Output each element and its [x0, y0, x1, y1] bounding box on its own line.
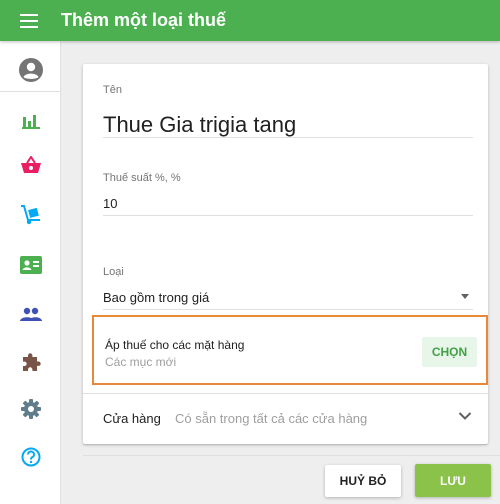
sidebar-item-settings[interactable] [0, 389, 61, 429]
actions-divider [83, 455, 500, 456]
sidebar-item-reports[interactable] [0, 101, 61, 141]
sidebar-item-items[interactable] [0, 195, 61, 235]
type-underline [103, 309, 473, 310]
save-button[interactable]: LƯU [415, 464, 491, 497]
sidebar-item-customers[interactable] [0, 294, 61, 334]
rate-label: Thuế suất %, % [103, 172, 181, 184]
apply-tax-subtitle: Các mục mới [105, 355, 177, 369]
name-field[interactable]: Thue Gia trigia tang [103, 112, 296, 138]
dropdown-arrow-icon[interactable] [461, 294, 469, 299]
rate-underline [103, 215, 473, 216]
hamburger-menu-icon [19, 13, 38, 28]
menu-button[interactable] [8, 0, 49, 41]
page-title: Thêm một loại thuế [61, 10, 227, 30]
basket-icon [20, 156, 41, 173]
sidebar-item-sales[interactable] [0, 145, 61, 185]
hand-truck-icon [20, 205, 40, 225]
app-bar: Thêm một loại thuế [0, 0, 500, 41]
sidebar-item-profile[interactable] [0, 48, 61, 92]
store-row[interactable]: Cửa hàng Có sẵn trong tất cả các cửa hàn… [83, 393, 488, 441]
help-circle-icon [21, 447, 40, 467]
type-label: Loại [103, 266, 124, 278]
tax-form-card: Tên Thue Gia trigia tang Thuế suất %, % … [83, 64, 488, 444]
sidebar-item-employees[interactable] [0, 245, 61, 285]
type-select[interactable]: Bao gồm trong giá [103, 290, 209, 305]
sidebar-item-help[interactable] [0, 437, 61, 477]
people-icon [19, 307, 42, 321]
name-label: Tên [103, 84, 122, 96]
badge-card-icon [19, 256, 42, 274]
chevron-down-icon[interactable] [458, 411, 472, 421]
rate-field[interactable]: 10 [103, 196, 117, 211]
apply-tax-items-row[interactable]: Áp thuế cho các mặt hàng Các mục mới CHỌ… [92, 315, 488, 385]
puzzle-icon [22, 353, 41, 371]
bar-chart-icon [21, 115, 40, 129]
gear-icon [20, 399, 41, 419]
sidebar-item-apps[interactable] [0, 342, 61, 382]
sidebar [0, 41, 61, 504]
cancel-button[interactable]: HUỶ BỎ [325, 465, 401, 497]
apply-tax-title: Áp thuế cho các mặt hàng [105, 338, 245, 352]
name-underline [103, 137, 473, 138]
store-label: Cửa hàng [103, 411, 161, 426]
store-value: Có sẵn trong tất cả các cửa hàng [175, 411, 368, 426]
choose-button[interactable]: CHỌN [422, 337, 477, 367]
account-circle-icon [18, 57, 43, 82]
